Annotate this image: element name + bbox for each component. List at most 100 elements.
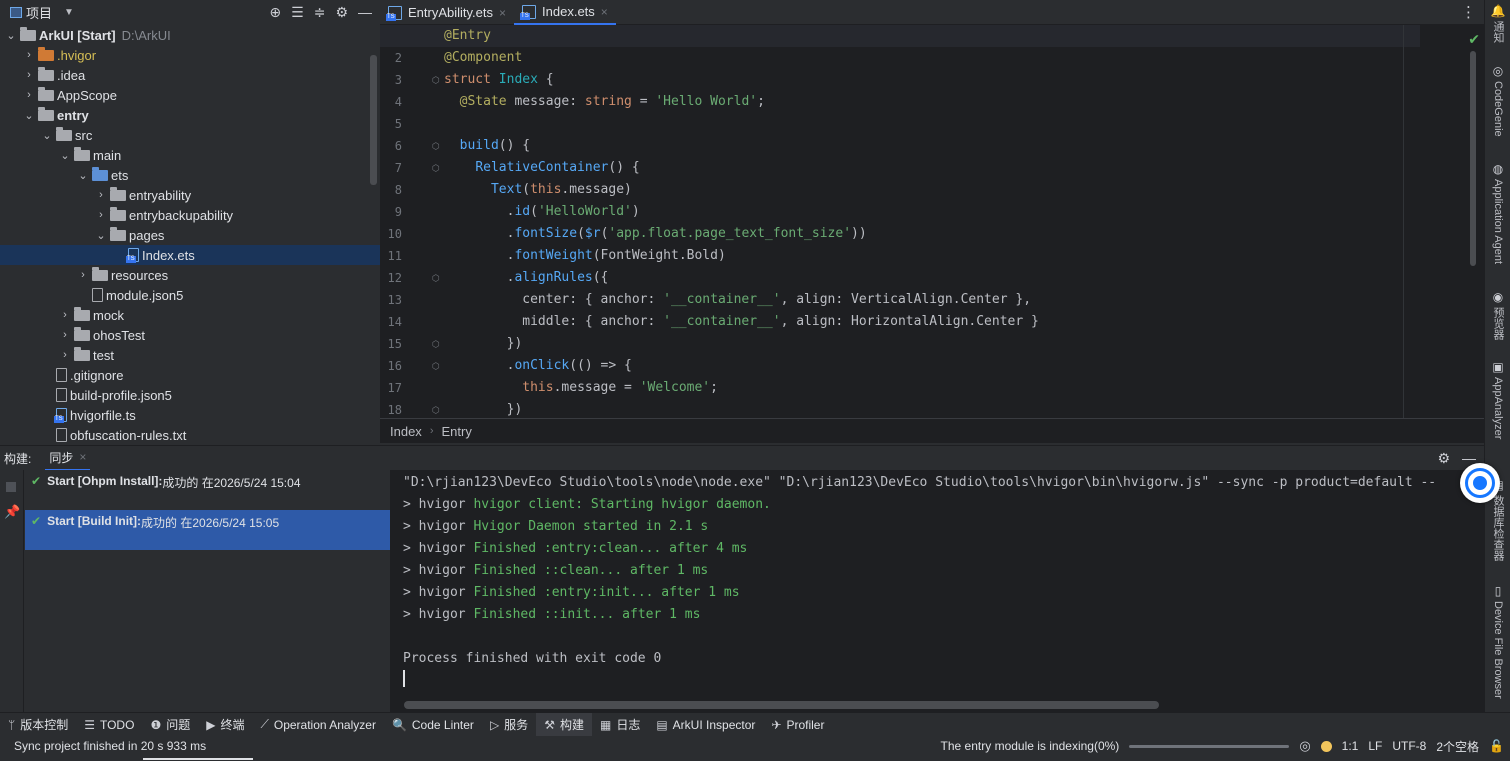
code-line[interactable]: }) <box>444 399 523 418</box>
code-line[interactable]: struct Index { <box>444 69 554 91</box>
code-line[interactable]: @State message: string = 'Hello World'; <box>444 91 765 113</box>
tree-item[interactable]: › .hvigor <box>0 45 380 65</box>
minimize-icon[interactable]: — <box>358 4 372 20</box>
tree-item[interactable]: › ohosTest <box>0 325 380 345</box>
gear-icon[interactable]: ⚙ <box>335 4 348 21</box>
chevron-right-icon[interactable]: › <box>76 269 90 281</box>
chevron-down-icon[interactable]: ▼ <box>64 7 74 18</box>
right-tool-device[interactable]: ▯ Device File Browser <box>1488 584 1508 699</box>
chevron-right-icon[interactable]: › <box>22 89 36 101</box>
code-line[interactable]: .id('HelloWorld') <box>444 201 640 223</box>
fold-marker-icon[interactable]: ⬡ <box>432 361 440 372</box>
status-message[interactable]: Sync project finished in 20 s 933 ms <box>0 739 206 753</box>
chevron-down-icon[interactable]: ⌄ <box>22 109 36 122</box>
toolwindow-todo[interactable]: ☰ TODO <box>76 713 142 737</box>
chevron-right-icon[interactable]: › <box>58 349 72 361</box>
tree-item[interactable]: obfuscation-rules.txt <box>0 425 380 445</box>
chevron-right-icon[interactable]: › <box>22 69 36 81</box>
tree-item[interactable]: › test <box>0 345 380 365</box>
project-panel-title[interactable]: 项目 <box>26 3 52 22</box>
right-tool-agent[interactable]: ◍ Application Agent <box>1488 162 1508 264</box>
toolwindow-vcs[interactable]: ᛘ 版本控制 <box>0 713 76 737</box>
code-line[interactable]: build() { <box>444 135 530 157</box>
close-icon[interactable]: × <box>79 450 86 464</box>
fold-marker-icon[interactable]: ⬡ <box>432 141 440 152</box>
toolwindow-arkui-inspector[interactable]: ▤ ArkUI Inspector <box>648 713 763 737</box>
fold-marker-icon[interactable]: ⬡ <box>432 163 440 174</box>
code-line[interactable]: .fontWeight(FontWeight.Bold) <box>444 245 726 267</box>
tree-item[interactable]: ⌄ ArkUI [Start] D:\ArkUI <box>0 25 380 45</box>
status-dot-icon[interactable] <box>1320 740 1332 752</box>
tree-item[interactable]: › .idea <box>0 65 380 85</box>
code-line[interactable]: }) <box>444 333 523 355</box>
chevron-right-icon[interactable]: › <box>58 309 72 321</box>
toolwindow-problems[interactable]: ❶ 问题 <box>142 713 198 737</box>
code-line[interactable]: .alignRules({ <box>444 267 609 289</box>
editor-scrollbar[interactable] <box>1470 51 1476 266</box>
tree-item[interactable]: › mock <box>0 305 380 325</box>
expand-all-icon[interactable]: ☰ <box>291 4 304 21</box>
chevron-down-icon[interactable]: ⌄ <box>76 169 90 182</box>
line-separator[interactable]: LF <box>1368 739 1382 753</box>
code-line[interactable]: @Component <box>444 47 522 69</box>
code-line[interactable]: RelativeContainer() { <box>444 157 639 179</box>
tree-item[interactable]: build-profile.json5 <box>0 385 380 405</box>
gear-icon[interactable]: ⚙ <box>1437 450 1450 467</box>
fold-marker-icon[interactable]: ⬡ <box>432 75 440 86</box>
right-tool-codegenie[interactable]: ◎ CodeGenie <box>1488 64 1508 137</box>
toolwindow-build[interactable]: ⚒ 构建 <box>536 712 592 737</box>
toolwindow-operation-analyzer[interactable]: ⟋ Operation Analyzer <box>252 713 383 737</box>
tree-scrollbar[interactable] <box>370 55 377 185</box>
code-line[interactable]: this.message = 'Welcome'; <box>444 377 718 399</box>
console-horizontal-scrollbar[interactable] <box>404 701 1159 709</box>
code-line[interactable]: Text(this.message) <box>444 179 632 201</box>
toolwindow-terminal[interactable]: ▶ 终端 <box>198 713 252 737</box>
indent-setting[interactable]: 2个空格 <box>1436 738 1479 755</box>
tree-item[interactable]: › AppScope <box>0 85 380 105</box>
breadcrumb-item[interactable]: Index <box>390 424 422 439</box>
lock-icon[interactable]: 🔓 <box>1489 739 1504 753</box>
chevron-down-icon[interactable]: ⌄ <box>58 149 72 162</box>
tree-item[interactable]: hvigorfile.ts <box>0 405 380 425</box>
tab-sync[interactable]: 同步 × <box>45 446 91 471</box>
code-line[interactable]: @Entry <box>380 25 1420 47</box>
toolwindow-code-linter[interactable]: 🔍 Code Linter <box>384 713 482 737</box>
toolwindow-profiler[interactable]: ✈ Profiler <box>763 713 832 737</box>
close-icon[interactable]: × <box>499 6 506 20</box>
no-problems-check-icon[interactable]: ✔ <box>1468 31 1480 48</box>
right-tool-analyzer[interactable]: ▣ AppAnalyzer <box>1488 360 1508 439</box>
caret-position[interactable]: 1:1 <box>1342 739 1359 753</box>
build-console[interactable]: "D:\rjian123\DevEco Studio\tools\node\no… <box>390 470 1484 712</box>
editor-tab[interactable]: Index.ets × <box>514 0 616 25</box>
code-editor[interactable]: 123⬡456⬡7⬡89101112⬡131415⬡16⬡1718⬡ @Entr… <box>380 25 1484 418</box>
tree-item[interactable]: module.json5 <box>0 285 380 305</box>
tree-item[interactable]: ⌄ pages <box>0 225 380 245</box>
breadcrumb-item[interactable]: Entry <box>441 424 471 439</box>
fold-marker-icon[interactable]: ⬡ <box>432 339 440 350</box>
build-tree[interactable]: ✔ Start [Ohpm Install]: 成功的 在2026/5/24 15… <box>25 470 390 712</box>
chevron-down-icon[interactable]: ⌄ <box>40 129 54 142</box>
chevron-right-icon[interactable]: › <box>94 189 108 201</box>
fold-marker-icon[interactable]: ⬡ <box>432 405 440 416</box>
close-icon[interactable]: × <box>601 5 608 19</box>
tree-item[interactable]: ⌄ entry <box>0 105 380 125</box>
code-line[interactable]: .fontSize($r('app.float.page_text_font_s… <box>444 223 867 245</box>
right-tool-eye[interactable]: ◉ 预览器 <box>1488 290 1508 340</box>
editor-tab[interactable]: EntryAbility.ets × <box>380 0 514 25</box>
locate-icon[interactable]: ⊕ <box>269 4 281 21</box>
chevron-down-icon[interactable]: ⌄ <box>4 29 18 42</box>
chevron-down-icon[interactable]: ⌄ <box>94 229 108 242</box>
tree-item[interactable]: Index.ets <box>0 245 380 265</box>
fold-marker-icon[interactable]: ⬡ <box>432 273 440 284</box>
code-line[interactable]: .onClick(() => { <box>444 355 632 377</box>
toolwindow-services[interactable]: ▷ 服务 <box>482 713 536 737</box>
toolwindow-log[interactable]: ▦ 日志 <box>592 713 648 737</box>
more-options-icon[interactable]: ⋮ <box>1461 0 1484 24</box>
tree-item[interactable]: › resources <box>0 265 380 285</box>
collapse-all-icon[interactable]: ≑ <box>314 4 326 21</box>
indexing-status[interactable]: The entry module is indexing(0%) <box>941 739 1120 753</box>
assistant-float-button[interactable] <box>1460 463 1500 503</box>
tree-item[interactable]: ⌄ ets <box>0 165 380 185</box>
tree-item[interactable]: › entryability <box>0 185 380 205</box>
file-encoding[interactable]: UTF-8 <box>1392 739 1426 753</box>
